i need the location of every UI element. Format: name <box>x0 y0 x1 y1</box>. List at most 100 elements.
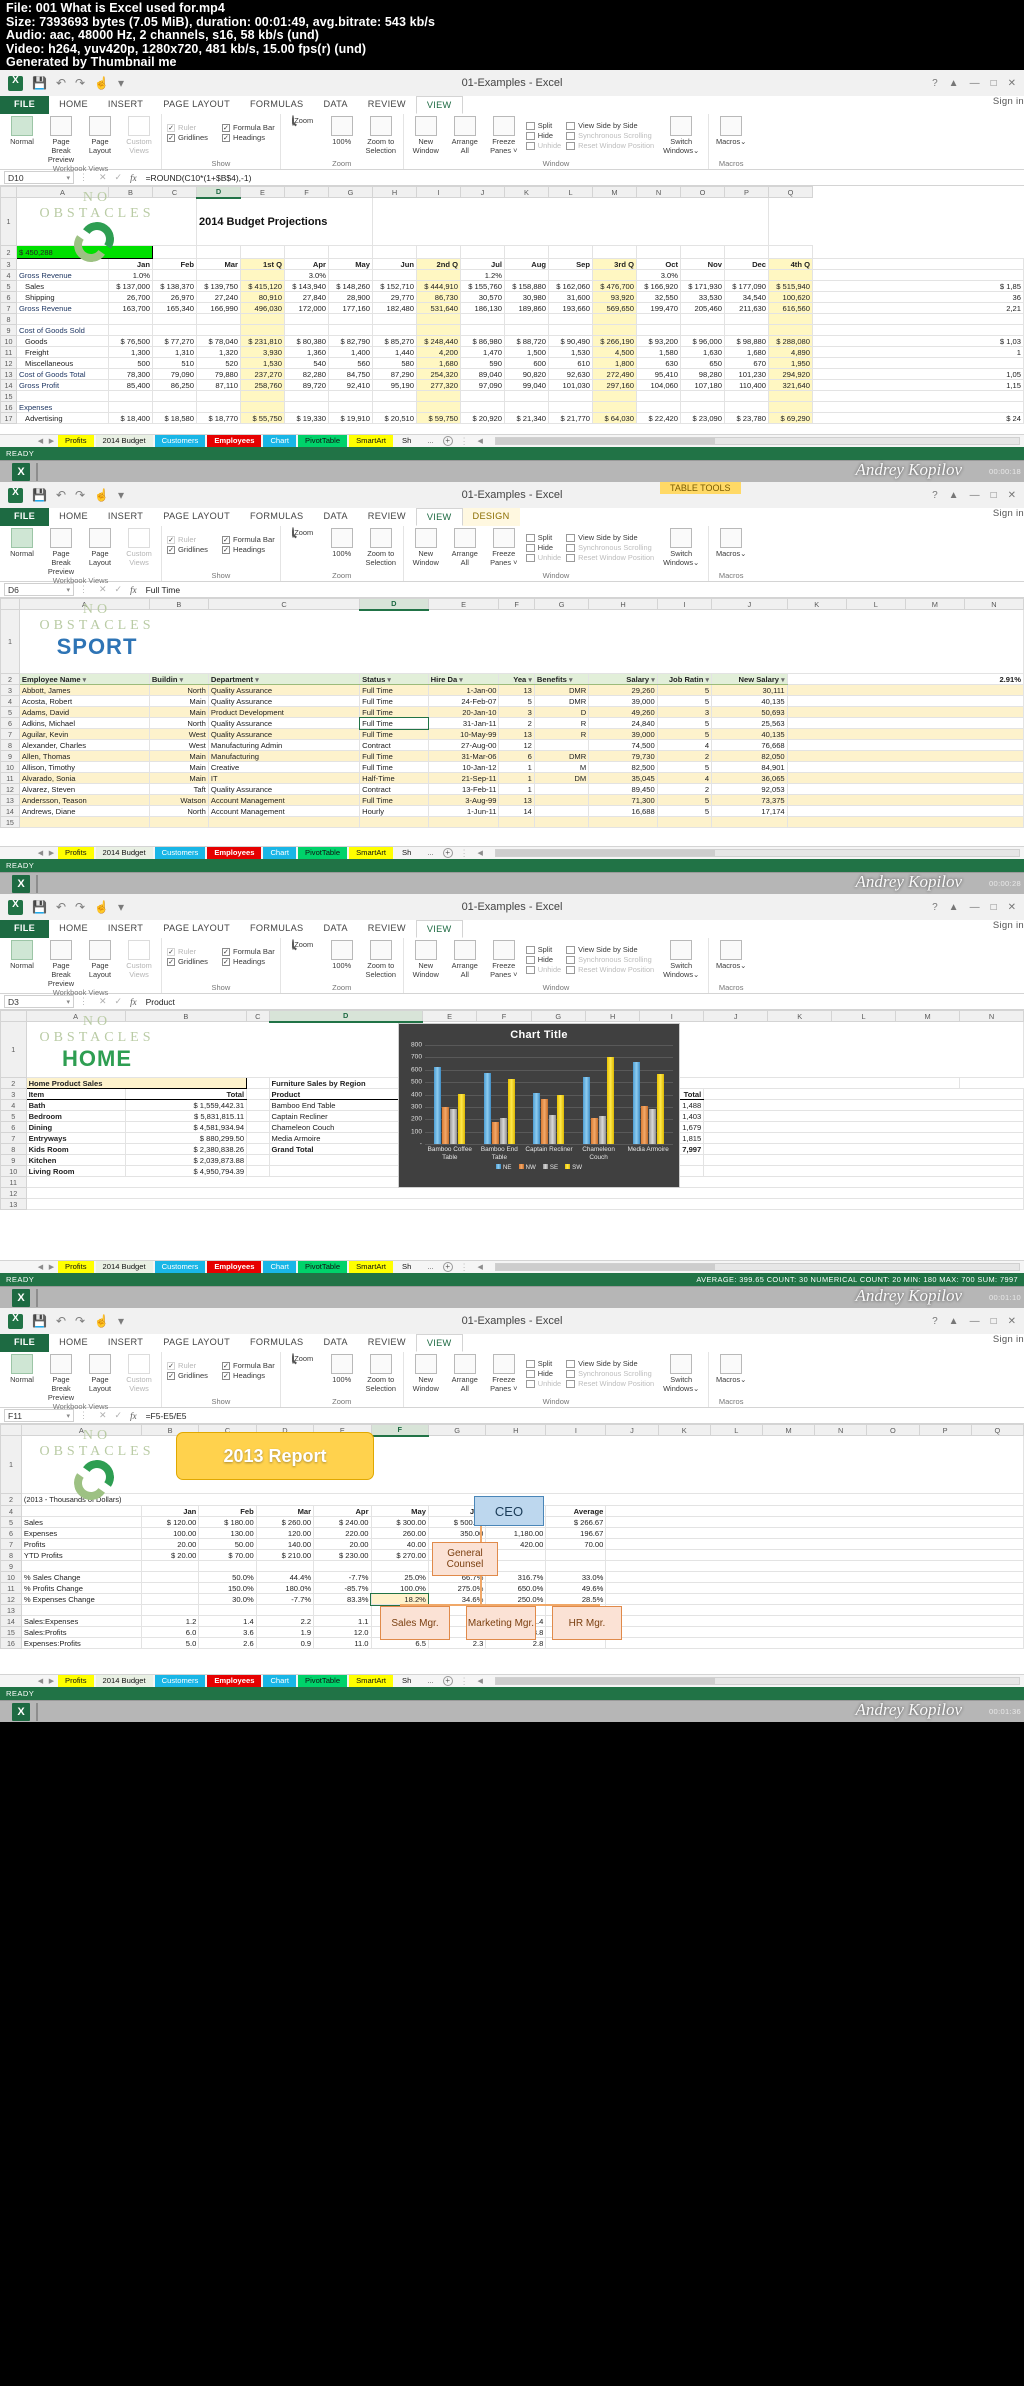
cell[interactable]: 237,270 <box>240 368 285 380</box>
minimize-button[interactable]: — <box>970 1316 980 1327</box>
cell[interactable]: 1.1 <box>313 1615 372 1627</box>
table-column-header[interactable]: Benefits ▾ <box>533 673 590 685</box>
show-formula-bar-checkbox[interactable]: ✓ Formula Bar <box>221 535 275 544</box>
sheet-tab-2014-budget[interactable]: 2014 Budget <box>95 1675 153 1687</box>
cell[interactable]: Full Time <box>359 706 429 718</box>
cell[interactable]: 5 <box>656 695 713 707</box>
cell[interactable] <box>328 324 373 336</box>
select-all-corner[interactable] <box>0 186 17 198</box>
cell[interactable]: 10-Jan-12 <box>427 761 500 773</box>
cell[interactable] <box>724 245 769 259</box>
close-button[interactable]: ✕ <box>1008 1316 1016 1327</box>
table-row[interactable]: 13 Andersson, Teason Watson Account Managem… <box>0 794 1024 806</box>
tab-insert[interactable]: INSERT <box>98 96 153 114</box>
restore-button[interactable]: □ <box>991 902 997 913</box>
table-row[interactable]: 10 Goods $ 76,500 $ 77,270 $ 78,040 $ 231,810… <box>0 335 1024 347</box>
cell[interactable]: 30,111 <box>711 684 788 696</box>
cell[interactable]: $ 24 <box>812 412 1024 424</box>
cell[interactable]: Andrews, Diane <box>18 805 150 817</box>
cell[interactable] <box>592 401 637 413</box>
chevron-down-icon[interactable]: ▾ <box>66 586 70 594</box>
cell[interactable] <box>768 269 813 281</box>
view-custom-views-button[interactable]: Custom Views <box>122 528 156 567</box>
insert-function-icon[interactable]: fx <box>130 173 137 183</box>
cell[interactable]: Kids Room <box>25 1143 126 1155</box>
view-page-layout-button[interactable]: Page Layout <box>83 1354 117 1393</box>
cell[interactable] <box>605 1516 1024 1528</box>
add-sheet-button[interactable]: + <box>442 1262 453 1272</box>
tab-view[interactable]: VIEW <box>415 508 463 526</box>
sheet-tab-bar[interactable]: ◀ ▶ Profits 2014 Budget Customers Employees C… <box>0 1260 1024 1273</box>
cell[interactable]: DMR <box>533 684 590 696</box>
cell[interactable] <box>504 401 549 413</box>
cell[interactable] <box>703 1110 1024 1122</box>
cell[interactable] <box>284 313 329 325</box>
window-arrange-button[interactable]: Arrange All <box>448 940 482 979</box>
table-row[interactable]: 7 Gross Revenue 163,700 165,340 166,990 496,0… <box>0 302 1024 314</box>
select-all-corner[interactable] <box>0 1424 22 1436</box>
period-header-cell[interactable]: Dec <box>724 258 769 270</box>
cell[interactable]: 13 <box>498 684 535 696</box>
cell[interactable]: 79,730 <box>588 750 658 762</box>
cell[interactable]: 85,400 <box>108 379 153 391</box>
cell[interactable]: 33,530 <box>680 291 725 303</box>
left-col-header[interactable]: Total <box>124 1088 248 1100</box>
cell[interactable]: 34.6% <box>427 1593 487 1605</box>
cell[interactable]: 40,135 <box>711 728 788 740</box>
cell[interactable]: $ 210.00 <box>255 1549 315 1561</box>
cell[interactable]: 250.0% <box>485 1593 547 1605</box>
row-header-15[interactable]: 15 <box>0 390 17 402</box>
cell[interactable]: 20.00 <box>313 1538 372 1550</box>
view-side-by-side-button[interactable]: View Side by Side <box>566 533 654 542</box>
cell[interactable] <box>427 816 500 828</box>
period-header-cell[interactable]: Sep <box>548 258 593 270</box>
add-sheet-button[interactable]: + <box>442 1676 453 1686</box>
sheet-tab-sh[interactable]: Sh <box>395 1261 418 1273</box>
row-label-cell[interactable] <box>16 313 109 325</box>
row-header-7[interactable]: 7 <box>0 1538 22 1550</box>
table-row[interactable]: 16 Expenses <box>0 401 1024 413</box>
row-header-12[interactable]: 12 <box>0 1593 22 1605</box>
row-label-cell[interactable]: Gross Revenue <box>16 302 109 314</box>
cell[interactable]: 321,640 <box>768 379 813 391</box>
column-header-D[interactable]: D <box>359 598 429 611</box>
cell[interactable]: 5 <box>498 695 535 707</box>
filter-dropdown-icon[interactable]: ▾ <box>459 677 463 684</box>
cell[interactable]: 40,135 <box>711 695 788 707</box>
cell[interactable] <box>152 390 197 402</box>
cell[interactable]: $ 21,770 <box>548 412 593 424</box>
cell[interactable] <box>240 245 285 259</box>
cell[interactable] <box>636 313 681 325</box>
sheet-tab-customers[interactable]: Customers <box>154 1261 206 1273</box>
cell[interactable]: $ 98,880 <box>724 335 769 347</box>
cell[interactable] <box>246 1165 270 1177</box>
cell[interactable]: Adkins, Michael <box>18 717 150 729</box>
cell[interactable] <box>240 313 285 325</box>
cell[interactable]: 92,410 <box>328 379 373 391</box>
cell[interactable] <box>680 245 725 259</box>
cell[interactable] <box>328 401 373 413</box>
customize-qat-icon[interactable]: ▾ <box>118 901 124 913</box>
column-header-G[interactable]: G <box>530 1010 586 1022</box>
tab-view[interactable]: VIEW <box>415 920 463 938</box>
cell[interactable]: 5 <box>656 717 713 729</box>
cell[interactable]: $ 120.00 <box>140 1516 200 1528</box>
cell[interactable]: DMR <box>533 695 590 707</box>
cell[interactable] <box>592 324 637 336</box>
cell[interactable]: Contract <box>359 739 429 751</box>
cell[interactable]: 35,045 <box>588 772 658 784</box>
help-icon[interactable]: ? <box>932 78 938 89</box>
cell[interactable]: 177,160 <box>328 302 373 314</box>
column-header-K[interactable]: K <box>767 1010 833 1022</box>
filter-dropdown-icon[interactable]: ▾ <box>651 677 655 684</box>
cell[interactable] <box>786 717 1024 729</box>
cell[interactable]: 272,490 <box>592 368 637 380</box>
cell[interactable]: $ 300.00 <box>370 1516 429 1528</box>
cell[interactable] <box>498 816 535 828</box>
cell[interactable]: 1-Jan-00 <box>427 684 500 696</box>
cell[interactable] <box>605 1637 1024 1649</box>
switch-windows-button[interactable]: Switch Windows⌄ <box>659 116 703 155</box>
cell[interactable]: $ 240.00 <box>313 1516 372 1528</box>
cell[interactable] <box>724 390 769 402</box>
window-buttons[interactable]: ? ▲ — □ ✕ <box>932 902 1016 913</box>
